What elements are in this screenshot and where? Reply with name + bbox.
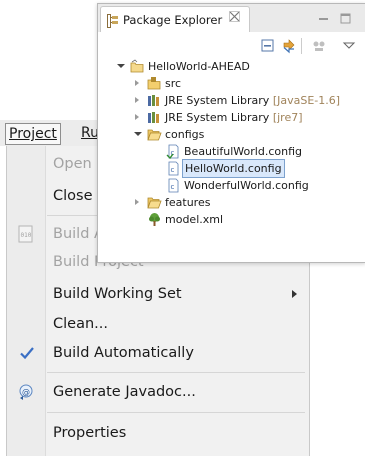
binary-build-icon: 010 [17, 225, 35, 243]
collapsed-arrow-icon[interactable] [135, 199, 139, 205]
tab-package-explorer[interactable]: Package Explorer [100, 6, 250, 33]
tree-item-label: JRE System Library [jre7] [165, 109, 303, 126]
view-menu-icon[interactable] [341, 38, 357, 54]
menu-item-build-automatically[interactable]: Build Automatically [7, 338, 309, 368]
minimize-icon[interactable] [318, 10, 330, 22]
tree-item-label: WonderfulWorld.config [184, 179, 309, 192]
model-tree-icon [147, 212, 162, 227]
library-version: [JavaSE-1.6] [272, 94, 341, 107]
view-toolbar [98, 32, 365, 58]
collapse-all-icon[interactable] [260, 38, 276, 54]
menu-item-clean[interactable]: Clean... [7, 309, 309, 339]
folder-open-icon [147, 127, 162, 142]
package-explorer-icon [107, 13, 119, 28]
menu-item-label: Clean... [53, 316, 108, 332]
checkmark-icon [18, 344, 36, 362]
tree-item-label: model.xml [165, 213, 224, 226]
menu-project-label: Project [9, 126, 57, 142]
menu-item-label: Generate Javadoc... [53, 384, 196, 400]
submenu-arrow-icon [292, 290, 297, 298]
javadoc-icon: @ [17, 383, 35, 401]
menu-project[interactable]: Project [5, 123, 61, 145]
svg-text:010: 010 [21, 232, 32, 239]
collapsed-arrow-icon[interactable] [135, 80, 139, 86]
tree-item-label: features [165, 196, 211, 209]
menu-item-label: Build Working Set [53, 286, 182, 302]
menu-separator [47, 372, 305, 373]
tree-item-label: configs [165, 128, 205, 141]
menu-item-label: Build Automatically [53, 345, 194, 361]
maximize-icon[interactable] [340, 10, 352, 24]
close-tab-icon[interactable] [229, 11, 240, 27]
menu-item-build-working-set[interactable]: Build Working Set [7, 279, 309, 309]
library-name: JRE System Library [165, 94, 270, 107]
expanded-arrow-icon[interactable] [117, 64, 125, 68]
library-icon [147, 110, 162, 125]
tree-item-label: BeautifulWorld.config [184, 145, 302, 158]
collapsed-arrow-icon[interactable] [135, 114, 139, 120]
tree-item-label: src [165, 77, 182, 90]
menu-separator [47, 412, 305, 413]
svg-text:c: c [171, 166, 175, 174]
link-with-editor-icon[interactable] [281, 38, 297, 54]
expanded-arrow-icon[interactable] [134, 132, 142, 136]
svg-text:@: @ [22, 388, 30, 397]
config-file-icon: c [166, 178, 181, 193]
project-folder-icon [130, 59, 145, 74]
tree-item-label: HelloWorld-AHEAD [148, 60, 250, 73]
focus-task-icon[interactable] [311, 38, 327, 54]
toolbar-divider [301, 38, 302, 54]
view-tab-bar: Package Explorer [98, 4, 365, 33]
library-version: [jre7] [272, 111, 303, 124]
menu-item-label: Properties [53, 425, 127, 441]
config-file-icon: c [166, 144, 181, 160]
folder-icon [147, 195, 162, 210]
package-explorer-view: Package Explorer HelloWorld-AHEAD src JR… [97, 3, 365, 263]
menu-item-generate-javadoc[interactable]: @ Generate Javadoc... [7, 377, 309, 407]
collapsed-arrow-icon[interactable] [135, 97, 139, 103]
library-name: JRE System Library [165, 111, 270, 124]
tab-label: Package Explorer [123, 13, 223, 27]
tree-item-label: HelloWorld.config [182, 159, 285, 178]
source-folder-icon [147, 76, 162, 91]
config-file-icon: c [166, 161, 181, 176]
tree-item-label: JRE System Library [JavaSE-1.6] [165, 92, 340, 109]
svg-text:c: c [171, 183, 175, 191]
menu-item-properties[interactable]: Properties [7, 418, 309, 448]
library-icon [147, 93, 162, 108]
